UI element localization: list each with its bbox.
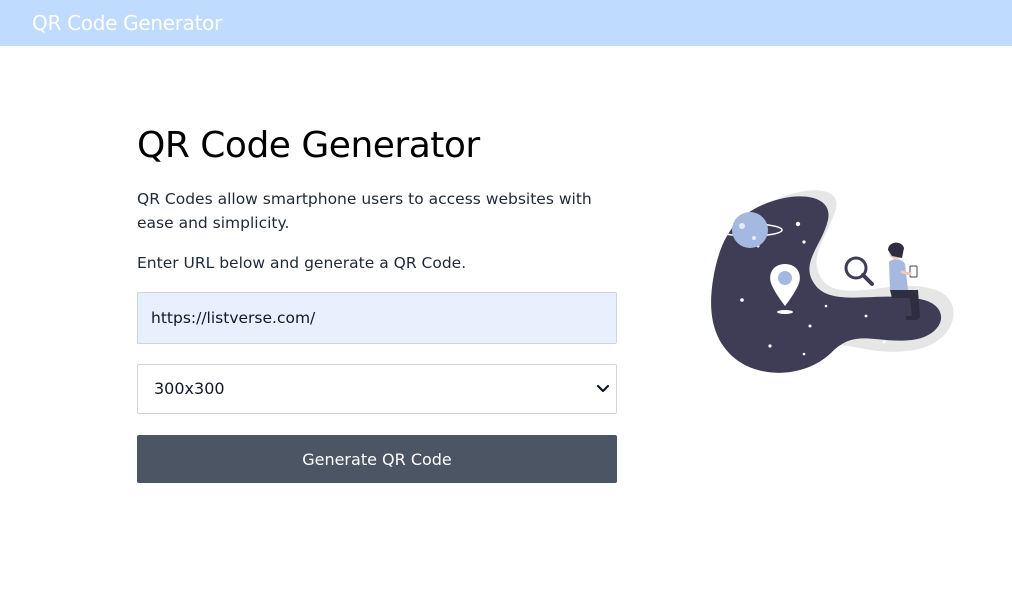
app-title[interactable]: QR Code Generator — [32, 10, 222, 36]
generate-qr-button[interactable]: Generate QR Code — [137, 435, 617, 483]
top-navbar: QR Code Generator — [0, 0, 1012, 46]
intro-text: QR Codes allow smartphone users to acces… — [137, 190, 592, 232]
chevron-down-icon — [596, 384, 610, 393]
qr-scan-illustration — [711, 190, 954, 373]
page-title: QR Code Generator — [137, 125, 480, 166]
generator-form: QR Code Generator QR Codes allow smartph… — [137, 120, 617, 483]
url-input[interactable] — [137, 292, 617, 344]
size-select[interactable]: 300x300 — [137, 364, 617, 414]
instruction-text: Enter URL below and generate a QR Code. — [137, 254, 467, 272]
magnifier-icon — [844, 256, 874, 286]
size-select-value: 300x300 — [154, 379, 225, 398]
